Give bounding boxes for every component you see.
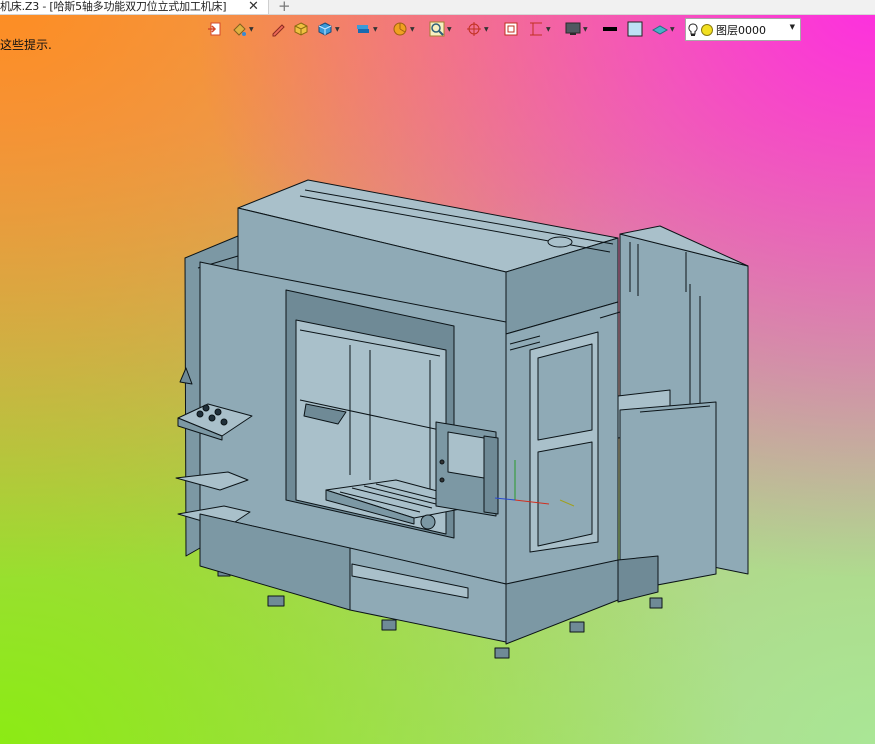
control-panel — [435, 421, 499, 517]
machine-tool-3d-model[interactable] — [0, 0, 875, 744]
